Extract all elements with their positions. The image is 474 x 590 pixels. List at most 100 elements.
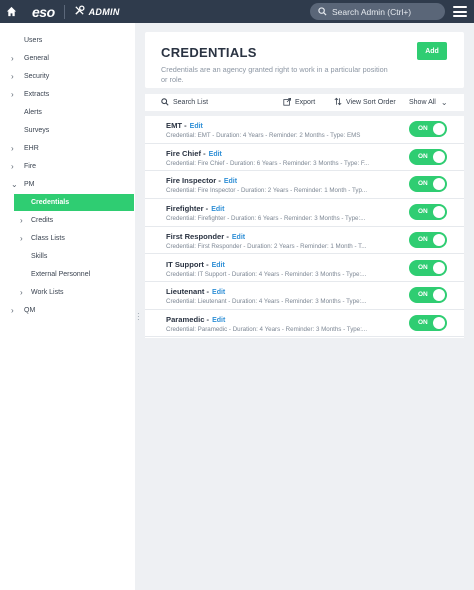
toggle-label: ON xyxy=(418,152,428,160)
sidebar-item-label: EHR xyxy=(24,144,39,152)
search-placeholder: Search Admin (Ctrl+) xyxy=(332,6,412,17)
chevron-down-icon: ⌄ xyxy=(440,98,448,107)
credential-detail: Credential: Firefighter - Duration: 6 Ye… xyxy=(166,215,366,223)
toggle-knob xyxy=(433,289,445,302)
hamburger-menu-icon[interactable] xyxy=(452,4,468,19)
sidebar-item-label: Fire xyxy=(24,162,37,170)
list-item: Lieutenant - Edit Credential: Lieutenant -… xyxy=(145,282,464,310)
edit-link[interactable]: Edit xyxy=(212,262,225,269)
status-toggle[interactable]: ON xyxy=(409,314,447,331)
chevron-right-icon: › xyxy=(11,305,14,315)
add-button[interactable]: Add xyxy=(417,42,447,60)
toggle-knob xyxy=(433,233,445,246)
credential-name: Paramedic - Edit xyxy=(166,315,225,324)
edit-link[interactable]: Edit xyxy=(209,151,222,158)
credential-name: Fire Chief - Edit xyxy=(166,149,222,158)
home-icon[interactable] xyxy=(0,0,23,23)
toggle-knob xyxy=(433,206,445,219)
chevron-right-icon: › xyxy=(11,89,14,99)
list-item: IT Support - Edit Credential: IT Support -… xyxy=(145,255,464,282)
chevron-right-icon: › xyxy=(11,161,14,171)
sidebar-item-label: Security xyxy=(24,72,50,80)
page-description: Credentials are an agency granted right … xyxy=(161,65,388,84)
status-toggle[interactable]: ON xyxy=(409,287,447,304)
export-button[interactable]: Export xyxy=(283,94,315,111)
search-icon xyxy=(318,3,327,21)
export-label: Export xyxy=(295,99,316,106)
list-item: Fire Inspector - Edit Credential: Fire Ins… xyxy=(145,171,464,199)
toggle-label: ON xyxy=(418,208,428,216)
credential-detail: Credential: IT Support - Duration: 4 Yea… xyxy=(166,270,367,278)
search-list-label: Search List xyxy=(173,99,209,106)
credential-detail: Credential: First Responder - Duration: … xyxy=(166,242,367,250)
toggle-knob xyxy=(433,150,445,163)
credential-name: Firefighter - Edit xyxy=(166,204,224,213)
credential-name: IT Support - Edit xyxy=(166,260,225,269)
sidebar-item-label: External Personnel xyxy=(31,270,91,278)
credential-title: Lieutenant - xyxy=(166,287,210,297)
list-item: EMT - Edit Credential: EMT - Duration: 4 Y… xyxy=(145,116,464,144)
header-card: CREDENTIALS Credentials are an agency gr… xyxy=(145,32,464,88)
toggle-label: ON xyxy=(418,263,428,271)
page-title: CREDENTIALS xyxy=(161,45,257,60)
chevron-down-icon: ⌄ xyxy=(11,179,18,189)
edit-link[interactable]: Edit xyxy=(190,123,203,130)
sidebar-item-label: Users xyxy=(24,36,43,44)
chevron-right-icon: › xyxy=(20,287,23,297)
sidebar-item-label: PM xyxy=(24,180,35,188)
status-toggle[interactable]: ON xyxy=(409,121,447,137)
status-toggle[interactable]: ON xyxy=(409,176,447,193)
edit-link[interactable]: Edit xyxy=(211,206,224,213)
credential-detail: Credential: EMT - Duration: 4 Years - Re… xyxy=(166,132,361,139)
status-toggle[interactable]: ON xyxy=(409,231,447,248)
credential-title: Fire Chief - xyxy=(166,148,206,158)
credential-title: Firefighter - xyxy=(166,204,209,214)
chevron-right-icon: › xyxy=(11,71,14,81)
edit-link[interactable]: Edit xyxy=(212,289,225,296)
credential-title: EMT - xyxy=(166,121,187,130)
toggle-label: ON xyxy=(418,318,428,326)
show-all-label: Show All xyxy=(409,99,436,106)
list-item: Firefighter - Edit Credential: Firefighter… xyxy=(145,199,464,227)
resize-handle-icon[interactable]: · · · xyxy=(137,310,140,324)
search-list-button[interactable]: Search List xyxy=(161,94,208,111)
toggle-knob xyxy=(433,316,445,329)
credential-title: Fire Inspector - xyxy=(166,176,221,186)
chevron-right-icon: › xyxy=(20,215,23,225)
status-toggle[interactable]: ON xyxy=(409,259,447,276)
search-input[interactable]: Search Admin (Ctrl+) xyxy=(310,3,445,20)
sort-icon xyxy=(334,97,342,108)
status-toggle[interactable]: ON xyxy=(409,148,447,165)
divider xyxy=(63,4,65,19)
list-item: Paramedic - Edit Credential: Paramedic - D… xyxy=(145,310,464,338)
list-toolbar: Search List Export View Sort Order Show … xyxy=(145,94,464,111)
admin-label: ADMIN xyxy=(88,6,120,17)
list-item: First Responder - Edit Credential: First R… xyxy=(145,227,464,255)
admin-tools[interactable]: ADMIN xyxy=(74,3,120,21)
credential-title: Paramedic - xyxy=(166,314,210,324)
credential-title: First Responder - xyxy=(166,231,229,241)
credential-name: First Responder - Edit xyxy=(166,232,245,241)
toggle-label: ON xyxy=(418,125,428,132)
sidebar-item-credentials[interactable]: Credentials xyxy=(14,194,134,211)
view-sort-order-button[interactable]: View Sort Order xyxy=(334,94,396,111)
export-icon xyxy=(283,97,291,108)
sidebar-item-label: Class Lists xyxy=(31,234,65,242)
credentials-list: EMT - Edit Credential: EMT - Duration: 4 Y… xyxy=(145,116,464,338)
credential-detail: Credential: Fire Chief - Duration: 6 Yea… xyxy=(166,159,370,167)
eso-logo[interactable]: eso xyxy=(32,4,55,20)
credential-name: Fire Inspector - Edit xyxy=(166,176,237,185)
view-sort-order-label: View Sort Order xyxy=(346,99,396,106)
toggle-knob xyxy=(433,261,445,274)
tools-icon xyxy=(74,3,85,21)
chevron-right-icon: › xyxy=(20,233,23,243)
status-toggle[interactable]: ON xyxy=(409,204,447,221)
sidebar-item-label: Credits xyxy=(31,216,54,224)
edit-link[interactable]: Edit xyxy=(224,178,237,185)
search-icon xyxy=(161,97,169,108)
toggle-label: ON xyxy=(418,235,428,243)
show-all-dropdown[interactable]: Show All ⌄ xyxy=(409,94,448,111)
edit-link[interactable]: Edit xyxy=(212,317,225,324)
edit-link[interactable]: Edit xyxy=(232,234,245,241)
sidebar-item-label: Skills xyxy=(31,252,48,260)
